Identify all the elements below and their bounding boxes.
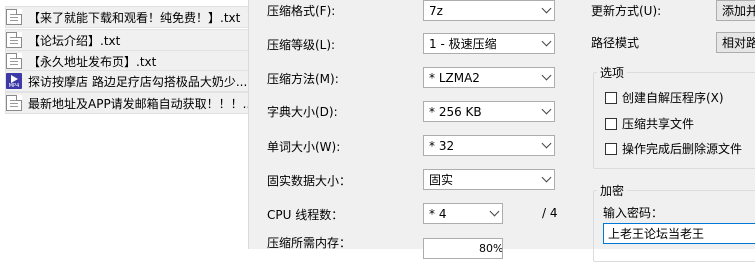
encryption-title: 加密 <box>597 182 628 199</box>
format-label: 压缩格式(F): <box>267 4 336 18</box>
password-input[interactable]: 上老王论坛当老王 <box>603 223 755 244</box>
file-item[interactable]: MP4 探访按摩店 路边足疗店勾搭极品大奶少... <box>5 70 249 92</box>
level-value: 1 - 极速压缩 <box>429 37 497 51</box>
update-mode-label: 更新方式(U): <box>591 4 662 18</box>
file-item[interactable]: 【论坛介绍】.txt <box>5 29 249 51</box>
solid-block-select[interactable]: 固实 <box>423 169 555 190</box>
file-item[interactable]: 最新地址及APP请发邮箱自动获取！！！... <box>5 92 249 114</box>
chevron-down-icon <box>538 34 554 53</box>
checkbox-box[interactable] <box>605 91 617 104</box>
chevron-down-icon <box>538 102 554 121</box>
file-list[interactable]: 【来了就能下载和观看！纯免费！】.txt 【论坛介绍】.txt 【永久地址发布页… <box>0 0 249 249</box>
memory-label: 压缩所需内存： <box>267 236 352 250</box>
path-mode-label: 路径模式 <box>591 36 640 50</box>
checkbox-box[interactable] <box>605 117 617 130</box>
dictionary-select[interactable]: * 256 KB <box>423 101 555 122</box>
archive-settings-dialog: 压缩格式(F): 压缩等级(L): 压缩方法(M): 字典大小(D): 单词大小… <box>248 0 755 262</box>
file-name: 【来了就能下载和观看！纯免费！】.txt <box>28 10 241 25</box>
dictionary-value: * 256 KB <box>429 104 482 119</box>
chevron-down-icon <box>538 1 554 20</box>
text-file-icon <box>6 32 22 48</box>
path-mode-select[interactable]: 相对路 <box>716 32 755 53</box>
file-item[interactable]: 【来了就能下载和观看！纯免费！】.txt <box>5 6 249 28</box>
level-select[interactable]: 1 - 极速压缩 <box>423 33 555 54</box>
format-select[interactable]: 7z <box>423 0 555 21</box>
solid-block-label: 固实数据大小： <box>267 174 352 188</box>
delete-source-checkbox[interactable]: 操作完成后删除源文件 <box>605 140 742 157</box>
file-name: 最新地址及APP请发邮箱自动获取！！！... <box>28 96 248 111</box>
level-label: 压缩等级(L): <box>267 38 336 52</box>
file-item[interactable]: 【永久地址发布页】.txt <box>5 50 249 72</box>
checkbox-box[interactable] <box>605 142 617 155</box>
text-file-icon <box>6 9 22 25</box>
chevron-down-icon <box>538 136 554 155</box>
update-mode-value: 添加并 <box>722 4 755 18</box>
text-file-icon <box>6 53 22 69</box>
dictionary-label: 字典大小(D): <box>267 105 338 119</box>
update-mode-select[interactable]: 添加并 <box>716 0 755 21</box>
chevron-down-icon <box>538 68 554 87</box>
method-select[interactable]: * LZMA2 <box>423 67 555 88</box>
file-name: 探访按摩店 路边足疗店勾搭极品大奶少... <box>28 74 248 89</box>
text-file-icon <box>6 95 22 111</box>
cpu-threads-total: / 4 <box>542 206 558 220</box>
options-title: 选项 <box>597 64 628 81</box>
password-label: 输入密码： <box>603 206 664 220</box>
shared-files-checkbox-label: 压缩共享文件 <box>622 117 695 131</box>
word-size-value: * 32 <box>429 138 455 153</box>
word-size-label: 单词大小(W): <box>267 140 341 154</box>
method-value: * LZMA2 <box>429 70 480 85</box>
chevron-down-icon <box>486 204 502 223</box>
sfx-checkbox-label: 创建自解压程序(X) <box>622 91 724 105</box>
shared-files-checkbox[interactable]: 压缩共享文件 <box>605 115 694 132</box>
file-name: 【永久地址发布页】.txt <box>28 54 157 69</box>
video-file-icon: MP4 <box>6 73 22 89</box>
chevron-down-icon <box>538 170 554 189</box>
cpu-threads-select[interactable]: * 4 <box>423 203 503 224</box>
file-name: 【论坛介绍】.txt <box>28 33 121 48</box>
cpu-threads-label: CPU 线程数： <box>267 208 344 222</box>
word-size-select[interactable]: * 32 <box>423 135 555 156</box>
method-label: 压缩方法(M): <box>267 72 339 86</box>
password-value: 上老王论坛当老王 <box>608 227 705 241</box>
format-value: 7z <box>429 3 443 18</box>
sfx-checkbox[interactable]: 创建自解压程序(X) <box>605 89 724 106</box>
path-mode-value: 相对路 <box>722 36 755 50</box>
solid-block-value: 固实 <box>429 173 454 187</box>
cpu-threads-value: * 4 <box>429 206 447 221</box>
delete-source-checkbox-label: 操作完成后删除源文件 <box>622 142 743 156</box>
